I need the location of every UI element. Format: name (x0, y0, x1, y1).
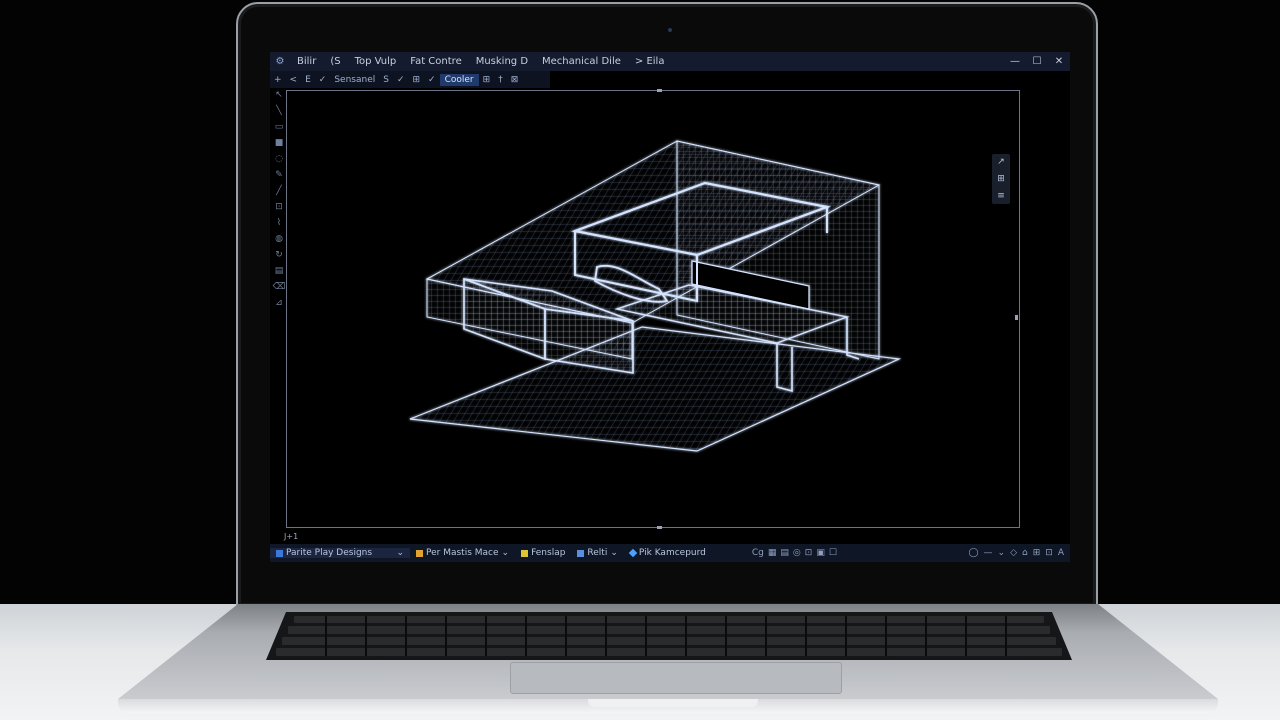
chevron-down-icon[interactable]: ⌄ (998, 548, 1006, 558)
home-icon[interactable]: ⌂ (1022, 548, 1028, 558)
back-button[interactable]: < (286, 75, 302, 85)
keyboard (266, 612, 1072, 660)
active-tool-tab[interactable]: Cooler (439, 73, 479, 86)
status-right-icons: ◯ — ⌄ ◇ ⌂ ⊞ ⊡ A (968, 548, 1070, 558)
rect-tool-icon[interactable]: ▭ (275, 122, 284, 132)
text-icon[interactable]: A (1058, 548, 1064, 558)
menu-item-7[interactable]: > Eila (628, 56, 672, 67)
laptop-screen: ⚙ Bilir (S Top Vulp Fat Contre Musking D… (270, 52, 1070, 562)
main-toolbar: + < E ✓ Sensanel S ✓ ⊞ ✓ Cooler ⊞ † ⊠ (270, 71, 550, 88)
app-logo-icon: ⚙ (275, 56, 285, 67)
keyboard-keys (276, 616, 1062, 656)
erase-tool-icon[interactable]: ⌫ (273, 282, 286, 292)
3d-viewport[interactable] (286, 89, 1021, 529)
circle-tool-icon[interactable]: ◌ (275, 154, 283, 164)
frame-toggle-icon[interactable]: ⊡ (1045, 548, 1053, 558)
status-tab-2-label: Per Mastis Mace (426, 548, 499, 558)
view-dimension-icon[interactable]: ⊞ (997, 174, 1005, 184)
layout-icon[interactable]: ⊞ (479, 75, 495, 85)
workspace-selector[interactable]: Parite Play Designs ⌄ (270, 548, 410, 558)
layer-tool-icon[interactable]: ▤ (275, 266, 284, 276)
menu-item-2[interactable]: (S (323, 56, 347, 67)
grid-toggle-icon[interactable]: ⊞ (1033, 548, 1041, 558)
grid-icon[interactable]: ▦ (768, 548, 777, 558)
edit-button[interactable]: E (301, 75, 315, 85)
rotate-tool-icon[interactable]: ↻ (275, 250, 283, 260)
minimize-button[interactable]: — (1004, 56, 1026, 67)
left-tool-palette: ↖ ╲ ▭ ■ ◌ ✎ ╱ ⊡ ⌇ ◍ ↻ ▤ ⌫ ⊿ (272, 90, 286, 370)
diamond-icon[interactable]: ◇ (1010, 548, 1017, 558)
chevron-down-icon: ⌄ (610, 548, 618, 558)
title-bar: ⚙ Bilir (S Top Vulp Fat Contre Musking D… (270, 52, 1070, 71)
menu-item-5[interactable]: Musking D (469, 56, 535, 67)
line-tool-icon[interactable]: ╲ (276, 106, 281, 116)
workspace-icon (276, 549, 283, 557)
window-controls: — ☐ ✕ (1004, 56, 1070, 67)
status-tab-2[interactable]: Per Mastis Mace ⌄ (410, 548, 515, 558)
menu-item-4[interactable]: Fat Contre (403, 56, 468, 67)
chevron-down-icon[interactable]: ✓ (393, 75, 409, 85)
status-tab-3-label: Fenslap (531, 548, 566, 558)
close-button[interactable]: ✕ (1048, 56, 1070, 67)
grid-button[interactable]: ⊞ (409, 75, 425, 85)
measure-tool-icon[interactable]: ⌇ (277, 218, 281, 228)
status-tab-4[interactable]: Relti ⌄ (571, 548, 623, 558)
minus-icon[interactable]: — (984, 548, 993, 558)
target-icon[interactable]: ◎ (793, 548, 801, 558)
maximize-button[interactable]: ☐ (1026, 56, 1048, 67)
orbit-tool-icon[interactable]: ◍ (275, 234, 283, 244)
chevron-down-icon: ⌄ (501, 548, 510, 558)
layers-icon[interactable]: ▤ (780, 548, 789, 558)
zoom-icon[interactable]: ◯ (968, 548, 978, 558)
status-tab-5[interactable]: Pik Kamcepurd (624, 548, 712, 558)
sensor-button[interactable]: Sensanel (330, 75, 379, 85)
chevron-down-icon: ⌄ (396, 548, 404, 558)
add-button[interactable]: + (270, 75, 286, 85)
frame-icon[interactable]: ▣ (816, 548, 825, 558)
view-tool-panel: ↗ ⊞ ≡ (992, 154, 1010, 204)
fill-tool-icon[interactable]: ■ (275, 138, 284, 148)
status-tab-5-label: Pik Kamcepurd (638, 548, 706, 558)
laptop-base (118, 604, 1218, 720)
trackpad (510, 662, 842, 694)
select-tool-icon[interactable]: ↖ (275, 90, 283, 100)
pin-icon[interactable]: † (494, 75, 507, 85)
workspace-label: Parite Play Designs (286, 548, 373, 558)
frame-tool-icon[interactable]: ⊡ (275, 202, 283, 212)
view-rotate-icon[interactable]: ↗ (997, 157, 1005, 167)
menu-item-6[interactable]: Mechanical Dile (535, 56, 628, 67)
brush-tool-icon[interactable]: ╱ (276, 186, 281, 196)
pen-tool-icon[interactable]: ✎ (275, 170, 283, 180)
grid-dropdown-button[interactable]: ✓ (424, 75, 440, 85)
coordinate-readout: J+1 (284, 532, 299, 541)
cg-label[interactable]: Cg (752, 548, 764, 558)
wireframe-model[interactable] (287, 91, 1021, 529)
folder-icon (416, 549, 423, 557)
confirm-button[interactable]: ✓ (315, 75, 331, 85)
box-select-icon[interactable]: ⊠ (507, 75, 523, 85)
diamond-icon (628, 548, 638, 558)
snap-icon[interactable]: ⊡ (805, 548, 813, 558)
view-more-icon[interactable]: ≡ (997, 191, 1005, 201)
menu-item-1[interactable]: Bilir (290, 56, 323, 67)
file-icon (521, 549, 529, 557)
menu-item-3[interactable]: Top Vulp (348, 56, 404, 67)
status-tab-3[interactable]: Fenslap (515, 548, 571, 558)
webcam (668, 28, 672, 32)
layer-icon (577, 549, 585, 557)
dimension-tool-icon[interactable]: ⊿ (275, 298, 283, 308)
snap-button[interactable]: S (379, 75, 393, 85)
box-icon[interactable]: ☐ (829, 548, 837, 558)
status-bar: Parite Play Designs ⌄ Per Mastis Mace ⌄ … (270, 544, 1070, 562)
status-tab-4-label: Relti (587, 548, 608, 558)
status-mid-tools: Cg ▦ ▤ ◎ ⊡ ▣ ☐ (712, 548, 837, 558)
lid-opening-notch (588, 699, 758, 707)
